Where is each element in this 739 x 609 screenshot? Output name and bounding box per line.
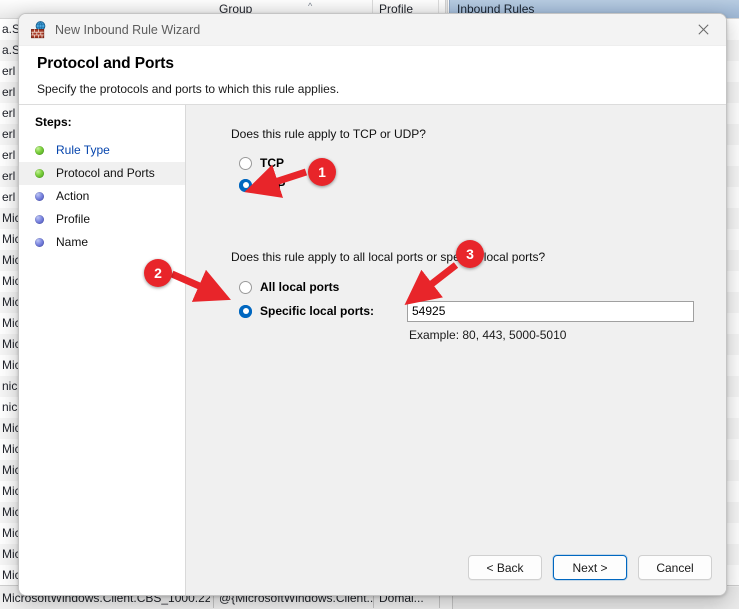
new-inbound-rule-wizard-dialog: New Inbound Rule Wizard Protocol and Por… <box>18 13 727 596</box>
page-title: Protocol and Ports <box>37 55 174 72</box>
radio-option-specific-local-ports-label: Specific local ports: <box>260 304 375 318</box>
step-bullet-blue-icon <box>35 192 44 201</box>
dialog-title: New Inbound Rule Wizard <box>55 23 201 37</box>
radio-tcp-icon[interactable] <box>239 156 252 170</box>
content-pane: Does this rule apply to TCP or UDP? TCP … <box>186 104 726 595</box>
protocol-question: Does this rule apply to TCP or UDP? <box>231 127 426 141</box>
ports-hint-text: Example: 80, 443, 5000-5010 <box>409 328 567 342</box>
next-button[interactable]: Next > <box>553 555 627 580</box>
dialog-body: Steps: Rule Type Protocol and Ports Acti… <box>19 104 726 595</box>
radio-option-udp[interactable]: UDP <box>239 174 726 196</box>
sidebar-item-protocol-and-ports[interactable]: Protocol and Ports <box>19 162 185 185</box>
radio-option-all-local-ports[interactable]: All local ports <box>239 275 726 299</box>
dialog-button-bar: < Back Next > Cancel <box>468 555 712 580</box>
radio-option-specific-local-ports[interactable]: Specific local ports: <box>239 299 726 323</box>
radio-option-udp-label: UDP <box>260 178 286 192</box>
step-bullet-blue-icon <box>35 238 44 247</box>
steps-heading: Steps: <box>35 115 72 129</box>
sidebar-item-label: Name <box>56 235 89 249</box>
sidebar-item-profile[interactable]: Profile <box>19 208 185 231</box>
step-bullet-blue-icon <box>35 215 44 224</box>
sidebar-item-action[interactable]: Action <box>19 185 185 208</box>
close-icon[interactable] <box>680 14 726 45</box>
step-bullet-green-icon <box>35 169 44 178</box>
cancel-button[interactable]: Cancel <box>638 555 712 580</box>
radio-udp-icon[interactable] <box>239 178 252 192</box>
dialog-title-bar[interactable]: New Inbound Rule Wizard <box>19 14 726 46</box>
sidebar-item-label: Action <box>56 189 90 203</box>
radio-option-all-local-ports-label: All local ports <box>260 280 340 294</box>
sidebar-item-label: Protocol and Ports <box>56 166 155 180</box>
radio-option-tcp[interactable]: TCP <box>239 152 726 174</box>
sidebar-item-name[interactable]: Name <box>19 231 185 254</box>
page-subtitle: Specify the protocols and ports to which… <box>37 82 340 96</box>
sort-ascending-icon: ^ <box>308 1 313 11</box>
sidebar-item-rule-type[interactable]: Rule Type <box>19 139 185 162</box>
page-header: Protocol and Ports Specify the protocols… <box>19 46 726 104</box>
ports-section: Does this rule apply to all local ports … <box>231 250 726 342</box>
radio-specific-local-ports-icon[interactable] <box>239 304 252 318</box>
radio-all-local-ports-icon[interactable] <box>239 280 252 294</box>
sidebar-item-label: Profile <box>56 212 91 226</box>
sidebar-item-label: Rule Type <box>56 143 110 157</box>
radio-option-tcp-label: TCP <box>260 156 284 170</box>
step-bullet-green-icon <box>35 146 44 155</box>
specific-ports-input[interactable] <box>407 300 694 322</box>
steps-sidebar: Steps: Rule Type Protocol and Ports Acti… <box>19 104 186 595</box>
firewall-globe-icon <box>30 21 48 39</box>
back-button[interactable]: < Back <box>468 555 542 580</box>
ports-question: Does this rule apply to all local ports … <box>231 250 546 264</box>
